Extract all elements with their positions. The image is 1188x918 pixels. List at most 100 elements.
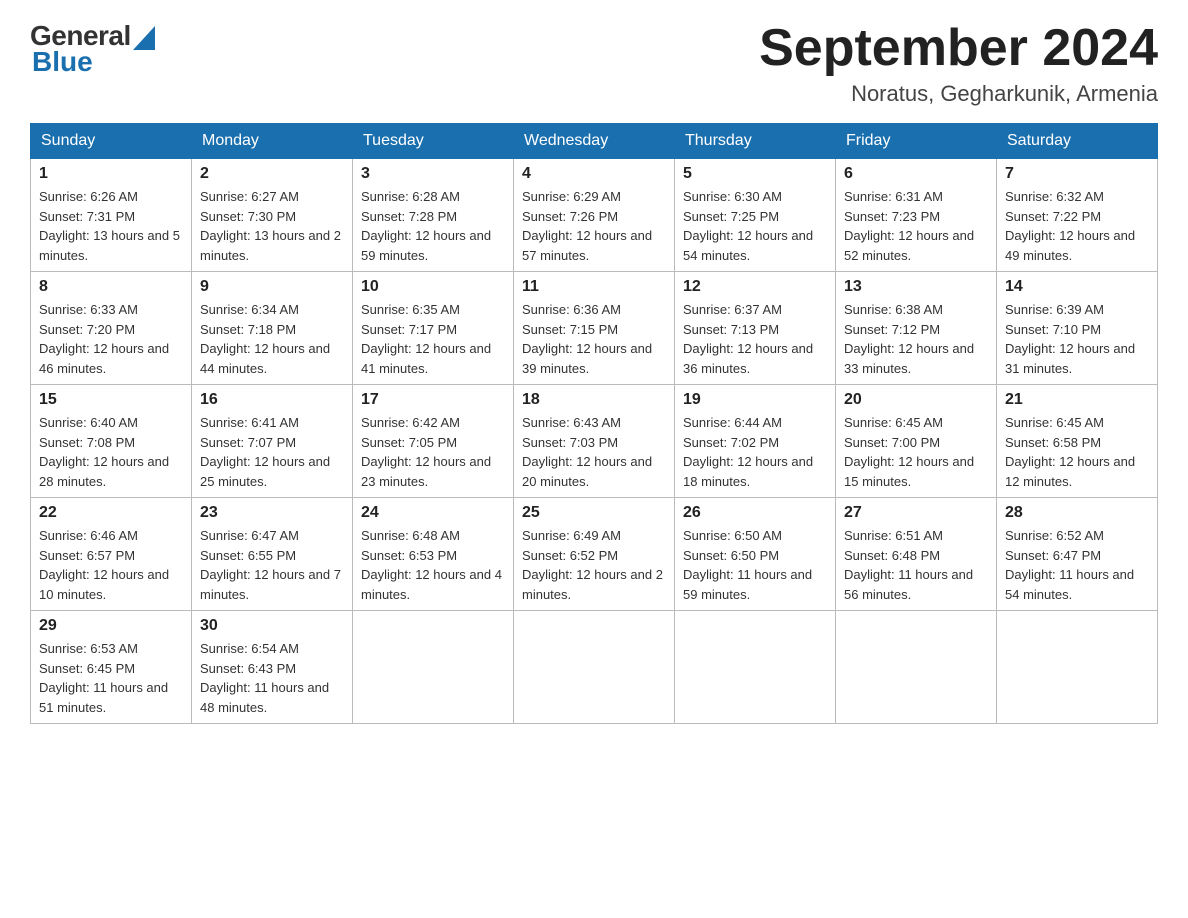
day-number: 2 bbox=[200, 165, 344, 183]
day-number: 19 bbox=[683, 391, 827, 409]
month-year-title: September 2024 bbox=[759, 20, 1158, 77]
day-number: 5 bbox=[683, 165, 827, 183]
calendar-day-cell: 17 Sunrise: 6:42 AMSunset: 7:05 PMDayligh… bbox=[353, 385, 514, 498]
day-sun-info: Sunrise: 6:51 AMSunset: 6:48 PMDaylight:… bbox=[844, 526, 988, 604]
day-number: 9 bbox=[200, 278, 344, 296]
calendar-day-cell: 3 Sunrise: 6:28 AMSunset: 7:28 PMDaylight… bbox=[353, 159, 514, 272]
calendar-week-row: 15Sunrise: 6:40 AMSunset: 7:08 PMDayligh… bbox=[31, 385, 1158, 498]
day-number: 13 bbox=[844, 278, 988, 296]
logo: General Blue bbox=[30, 20, 155, 78]
day-sun-info: Sunrise: 6:41 AMSunset: 7:07 PMDaylight:… bbox=[200, 413, 344, 491]
day-sun-info: Sunrise: 6:34 AMSunset: 7:18 PMDaylight:… bbox=[200, 300, 344, 378]
calendar-day-cell: 2 Sunrise: 6:27 AMSunset: 7:30 PMDaylight… bbox=[192, 159, 353, 272]
page-header: General Blue September 2024 Noratus, Geg… bbox=[30, 20, 1158, 107]
calendar-week-row: 29Sunrise: 6:53 AMSunset: 6:45 PMDayligh… bbox=[31, 611, 1158, 724]
day-number: 27 bbox=[844, 504, 988, 522]
calendar-day-cell: 20 Sunrise: 6:45 AMSunset: 7:00 PMDayligh… bbox=[836, 385, 997, 498]
location-subtitle: Noratus, Gegharkunik, Armenia bbox=[759, 81, 1158, 107]
calendar-day-cell bbox=[353, 611, 514, 724]
day-number: 4 bbox=[522, 165, 666, 183]
day-number: 26 bbox=[683, 504, 827, 522]
header-saturday: Saturday bbox=[997, 124, 1158, 159]
calendar-week-row: 1 Sunrise: 6:26 AMSunset: 7:31 PMDaylight… bbox=[31, 159, 1158, 272]
day-sun-info: Sunrise: 6:35 AMSunset: 7:17 PMDaylight:… bbox=[361, 300, 505, 378]
day-number: 7 bbox=[1005, 165, 1149, 183]
header-sunday: Sunday bbox=[31, 124, 192, 159]
calendar-day-cell: 19 Sunrise: 6:44 AMSunset: 7:02 PMDayligh… bbox=[675, 385, 836, 498]
calendar-day-cell: 18Sunrise: 6:43 AMSunset: 7:03 PMDayligh… bbox=[514, 385, 675, 498]
calendar-day-cell: 11Sunrise: 6:36 AMSunset: 7:15 PMDayligh… bbox=[514, 272, 675, 385]
day-number: 17 bbox=[361, 391, 505, 409]
calendar-day-cell bbox=[836, 611, 997, 724]
calendar-title-area: September 2024 Noratus, Gegharkunik, Arm… bbox=[759, 20, 1158, 107]
day-sun-info: Sunrise: 6:39 AMSunset: 7:10 PMDaylight:… bbox=[1005, 300, 1149, 378]
calendar-day-cell: 30Sunrise: 6:54 AMSunset: 6:43 PMDayligh… bbox=[192, 611, 353, 724]
calendar-day-cell: 29Sunrise: 6:53 AMSunset: 6:45 PMDayligh… bbox=[31, 611, 192, 724]
calendar-day-cell: 12Sunrise: 6:37 AMSunset: 7:13 PMDayligh… bbox=[675, 272, 836, 385]
day-number: 20 bbox=[844, 391, 988, 409]
day-sun-info: Sunrise: 6:49 AMSunset: 6:52 PMDaylight:… bbox=[522, 526, 666, 604]
calendar-day-cell: 15Sunrise: 6:40 AMSunset: 7:08 PMDayligh… bbox=[31, 385, 192, 498]
day-sun-info: Sunrise: 6:46 AMSunset: 6:57 PMDaylight:… bbox=[39, 526, 183, 604]
calendar-day-cell: 27 Sunrise: 6:51 AMSunset: 6:48 PMDayligh… bbox=[836, 498, 997, 611]
calendar-day-cell: 23 Sunrise: 6:47 AMSunset: 6:55 PMDayligh… bbox=[192, 498, 353, 611]
calendar-day-cell: 14Sunrise: 6:39 AMSunset: 7:10 PMDayligh… bbox=[997, 272, 1158, 385]
calendar-day-cell: 5 Sunrise: 6:30 AMSunset: 7:25 PMDaylight… bbox=[675, 159, 836, 272]
calendar-week-row: 22 Sunrise: 6:46 AMSunset: 6:57 PMDayligh… bbox=[31, 498, 1158, 611]
day-sun-info: Sunrise: 6:52 AMSunset: 6:47 PMDaylight:… bbox=[1005, 526, 1149, 604]
calendar-day-cell: 6 Sunrise: 6:31 AMSunset: 7:23 PMDaylight… bbox=[836, 159, 997, 272]
calendar-day-cell: 7 Sunrise: 6:32 AMSunset: 7:22 PMDaylight… bbox=[997, 159, 1158, 272]
calendar-day-cell bbox=[675, 611, 836, 724]
day-sun-info: Sunrise: 6:45 AMSunset: 6:58 PMDaylight:… bbox=[1005, 413, 1149, 491]
day-number: 1 bbox=[39, 165, 183, 183]
day-sun-info: Sunrise: 6:31 AMSunset: 7:23 PMDaylight:… bbox=[844, 187, 988, 265]
day-number: 3 bbox=[361, 165, 505, 183]
day-number: 24 bbox=[361, 504, 505, 522]
day-number: 10 bbox=[361, 278, 505, 296]
calendar-week-row: 8 Sunrise: 6:33 AMSunset: 7:20 PMDaylight… bbox=[31, 272, 1158, 385]
calendar-day-cell bbox=[514, 611, 675, 724]
logo-blue-text: Blue bbox=[32, 46, 93, 78]
day-sun-info: Sunrise: 6:53 AMSunset: 6:45 PMDaylight:… bbox=[39, 639, 183, 717]
calendar-day-cell: 26 Sunrise: 6:50 AMSunset: 6:50 PMDayligh… bbox=[675, 498, 836, 611]
calendar-day-cell: 1 Sunrise: 6:26 AMSunset: 7:31 PMDaylight… bbox=[31, 159, 192, 272]
day-number: 22 bbox=[39, 504, 183, 522]
day-sun-info: Sunrise: 6:47 AMSunset: 6:55 PMDaylight:… bbox=[200, 526, 344, 604]
calendar-day-cell: 9 Sunrise: 6:34 AMSunset: 7:18 PMDaylight… bbox=[192, 272, 353, 385]
day-sun-info: Sunrise: 6:54 AMSunset: 6:43 PMDaylight:… bbox=[200, 639, 344, 717]
day-sun-info: Sunrise: 6:29 AMSunset: 7:26 PMDaylight:… bbox=[522, 187, 666, 265]
day-sun-info: Sunrise: 6:40 AMSunset: 7:08 PMDaylight:… bbox=[39, 413, 183, 491]
day-number: 25 bbox=[522, 504, 666, 522]
calendar-day-cell: 13 Sunrise: 6:38 AMSunset: 7:12 PMDayligh… bbox=[836, 272, 997, 385]
day-sun-info: Sunrise: 6:32 AMSunset: 7:22 PMDaylight:… bbox=[1005, 187, 1149, 265]
day-sun-info: Sunrise: 6:30 AMSunset: 7:25 PMDaylight:… bbox=[683, 187, 827, 265]
day-sun-info: Sunrise: 6:28 AMSunset: 7:28 PMDaylight:… bbox=[361, 187, 505, 265]
day-sun-info: Sunrise: 6:42 AMSunset: 7:05 PMDaylight:… bbox=[361, 413, 505, 491]
calendar-day-cell: 8 Sunrise: 6:33 AMSunset: 7:20 PMDaylight… bbox=[31, 272, 192, 385]
day-sun-info: Sunrise: 6:27 AMSunset: 7:30 PMDaylight:… bbox=[200, 187, 344, 265]
day-sun-info: Sunrise: 6:50 AMSunset: 6:50 PMDaylight:… bbox=[683, 526, 827, 604]
day-sun-info: Sunrise: 6:45 AMSunset: 7:00 PMDaylight:… bbox=[844, 413, 988, 491]
day-number: 28 bbox=[1005, 504, 1149, 522]
calendar-day-cell: 25 Sunrise: 6:49 AMSunset: 6:52 PMDayligh… bbox=[514, 498, 675, 611]
calendar-header-row: Sunday Monday Tuesday Wednesday Thursday… bbox=[31, 124, 1158, 159]
day-number: 8 bbox=[39, 278, 183, 296]
day-sun-info: Sunrise: 6:33 AMSunset: 7:20 PMDaylight:… bbox=[39, 300, 183, 378]
calendar-day-cell: 16Sunrise: 6:41 AMSunset: 7:07 PMDayligh… bbox=[192, 385, 353, 498]
day-number: 23 bbox=[200, 504, 344, 522]
day-sun-info: Sunrise: 6:26 AMSunset: 7:31 PMDaylight:… bbox=[39, 187, 183, 265]
day-sun-info: Sunrise: 6:44 AMSunset: 7:02 PMDaylight:… bbox=[683, 413, 827, 491]
day-number: 21 bbox=[1005, 391, 1149, 409]
header-friday: Friday bbox=[836, 124, 997, 159]
calendar-day-cell bbox=[997, 611, 1158, 724]
header-tuesday: Tuesday bbox=[353, 124, 514, 159]
calendar-day-cell: 22 Sunrise: 6:46 AMSunset: 6:57 PMDayligh… bbox=[31, 498, 192, 611]
calendar-day-cell: 24Sunrise: 6:48 AMSunset: 6:53 PMDayligh… bbox=[353, 498, 514, 611]
calendar-day-cell: 4 Sunrise: 6:29 AMSunset: 7:26 PMDaylight… bbox=[514, 159, 675, 272]
day-number: 6 bbox=[844, 165, 988, 183]
header-monday: Monday bbox=[192, 124, 353, 159]
day-sun-info: Sunrise: 6:43 AMSunset: 7:03 PMDaylight:… bbox=[522, 413, 666, 491]
day-sun-info: Sunrise: 6:37 AMSunset: 7:13 PMDaylight:… bbox=[683, 300, 827, 378]
day-sun-info: Sunrise: 6:38 AMSunset: 7:12 PMDaylight:… bbox=[844, 300, 988, 378]
day-number: 11 bbox=[522, 278, 666, 296]
